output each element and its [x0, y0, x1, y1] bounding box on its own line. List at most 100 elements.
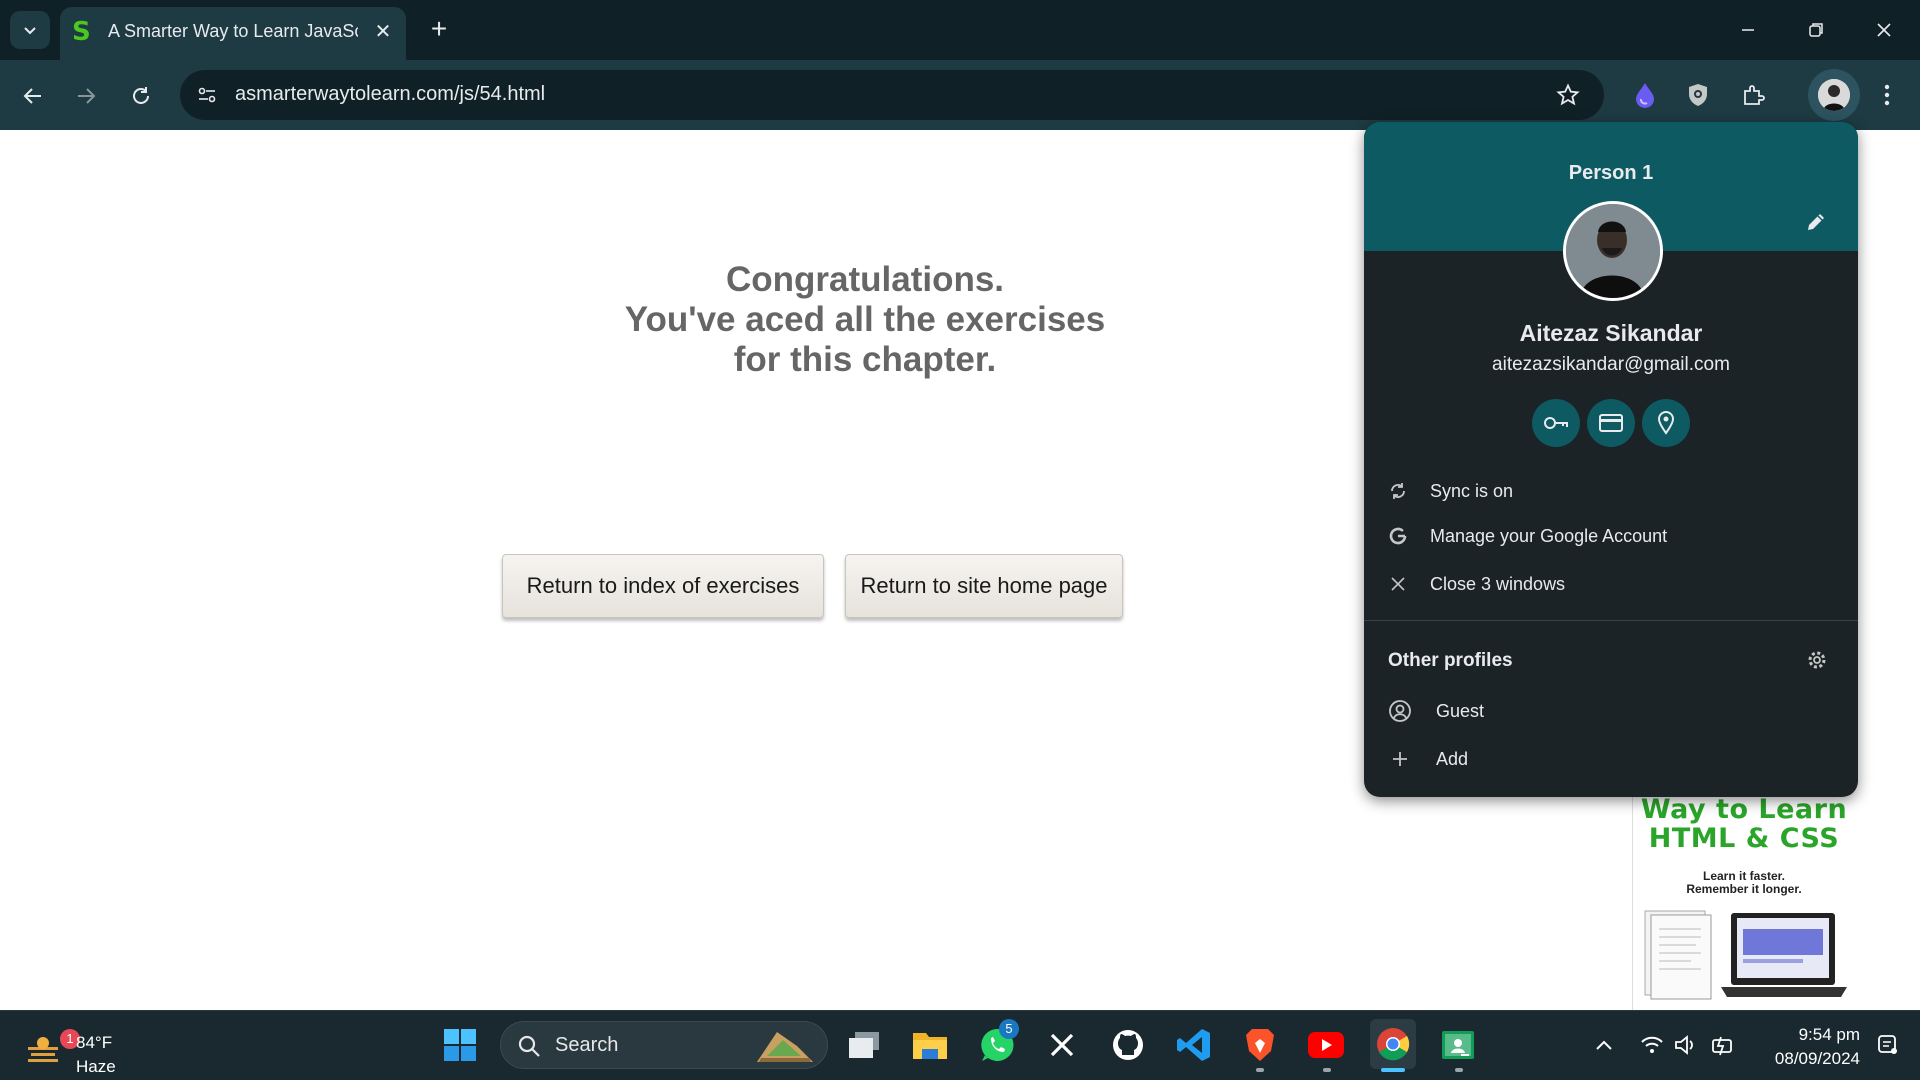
congrats-message: Congratulations. You've aced all the exe… — [560, 260, 1170, 380]
battery-charging-icon — [1712, 1036, 1732, 1056]
chevron-up-icon — [1596, 1040, 1612, 1050]
ad-subtitle: Learn it faster. Remember it longer. — [1686, 869, 1802, 896]
browser-menu-button[interactable] — [1870, 78, 1904, 112]
profile-button[interactable] — [1808, 69, 1860, 121]
start-button[interactable] — [438, 1023, 482, 1067]
brave-icon — [1246, 1029, 1274, 1061]
site-info-icon[interactable] — [196, 84, 218, 106]
file-explorer-button[interactable] — [908, 1023, 952, 1067]
taskbar: 1 84°F Haze Search 5 9:54 pm 08/09/2024 — [0, 1010, 1920, 1080]
weather-temp: 84°F — [76, 1033, 113, 1052]
url-text[interactable]: asmarterwaytolearn.com/js/54.html — [235, 83, 545, 106]
return-index-button[interactable]: Return to index of exercises — [502, 554, 824, 618]
sync-row[interactable]: Sync is on — [1364, 471, 1858, 511]
active-tab[interactable]: S A Smarter Way to Learn JavaScript ✕ — [60, 7, 406, 60]
other-profiles-heading: Other profiles — [1388, 650, 1513, 671]
tab-strip: S A Smarter Way to Learn JavaScript ✕ + — [0, 0, 1920, 60]
running-indicator — [1256, 1068, 1264, 1072]
active-indicator — [1381, 1068, 1405, 1072]
notifications-button[interactable] — [1866, 1023, 1910, 1067]
congrats-line: You've aced all the exercises — [624, 300, 1106, 339]
avatar — [1818, 79, 1850, 111]
divider — [1364, 620, 1858, 621]
folder-icon — [913, 1033, 947, 1059]
vscode-button[interactable] — [1172, 1023, 1216, 1067]
shield-icon — [1689, 84, 1707, 106]
weather-icon — [28, 1037, 58, 1062]
restore-button[interactable] — [1800, 14, 1832, 46]
chrome-button[interactable] — [1370, 1019, 1416, 1069]
close-windows-row[interactable]: Close 3 windows — [1364, 564, 1858, 604]
payment-methods-button[interactable] — [1587, 399, 1635, 447]
book-laptop-image — [1644, 910, 1847, 1000]
passwords-button[interactable] — [1532, 399, 1580, 447]
youtube-icon — [1308, 1032, 1344, 1058]
guest-icon — [1388, 699, 1412, 723]
x-logo-icon — [1050, 1033, 1074, 1057]
tab-title: A Smarter Way to Learn JavaScript — [108, 21, 358, 41]
restore-icon — [1809, 23, 1823, 37]
add-profile-row[interactable]: Add — [1364, 739, 1858, 779]
x-app-button[interactable] — [1040, 1023, 1084, 1067]
running-indicator — [1323, 1068, 1331, 1072]
sync-label: Sync is on — [1430, 481, 1514, 501]
taskbar-search[interactable]: Search — [500, 1021, 828, 1069]
add-label: Add — [1436, 749, 1469, 769]
weather-widget[interactable]: 1 84°F Haze — [14, 1021, 124, 1076]
search-icon — [518, 1035, 540, 1057]
star-icon[interactable] — [1556, 83, 1580, 107]
guest-profile-row[interactable]: Guest — [1364, 691, 1858, 731]
show-hidden-icons-button[interactable] — [1582, 1023, 1626, 1067]
close-icon — [1877, 23, 1891, 37]
address-bar[interactable]: asmarterwaytolearn.com/js/54.html — [180, 70, 1604, 120]
github-button[interactable] — [1106, 1023, 1150, 1067]
reload-button[interactable] — [125, 80, 157, 112]
new-tab-button[interactable]: + — [424, 14, 454, 44]
extensions-button[interactable] — [1736, 78, 1770, 112]
key-icon — [1544, 417, 1568, 429]
gear-icon[interactable] — [1806, 649, 1828, 671]
github-icon — [1113, 1030, 1143, 1060]
notification-icon — [1878, 1035, 1897, 1054]
youtube-button[interactable] — [1304, 1023, 1348, 1067]
task-view-button[interactable] — [842, 1023, 886, 1067]
minimize-button[interactable] — [1732, 14, 1764, 46]
return-home-button[interactable]: Return to site home page — [845, 554, 1123, 618]
close-icon — [1386, 572, 1410, 596]
site-favicon-icon: S — [72, 17, 91, 47]
close-tab-icon[interactable]: ✕ — [372, 21, 394, 43]
clock-date: 08/09/2024 — [1774, 1049, 1860, 1068]
extension-drop-button[interactable] — [1628, 78, 1662, 112]
close-window-button[interactable] — [1868, 14, 1900, 46]
task-view-icon — [849, 1032, 879, 1058]
profile-email: aitezazsikandar@gmail.com — [1492, 354, 1730, 375]
wifi-icon — [1641, 1036, 1663, 1053]
book-ad[interactable]: Way to Learn HTML & CSS Learn it faster.… — [1632, 795, 1854, 1010]
vscode-icon — [1177, 1029, 1210, 1061]
chevron-down-icon — [24, 27, 36, 35]
chrome-icon — [1377, 1028, 1410, 1061]
minimize-icon — [1742, 29, 1754, 31]
more-vert-icon — [1884, 84, 1890, 106]
volume-icon — [1675, 1035, 1693, 1055]
classroom-button[interactable] — [1436, 1023, 1480, 1067]
manage-account-row[interactable]: Manage your Google Account — [1364, 516, 1858, 556]
extension-shield-button[interactable] — [1681, 78, 1715, 112]
profile-name: Aitezaz Sikandar — [1519, 320, 1703, 346]
profile-avatar — [1563, 201, 1663, 301]
back-button[interactable] — [17, 80, 49, 112]
edit-pencil-icon[interactable] — [1804, 210, 1828, 234]
brave-button[interactable] — [1238, 1023, 1282, 1067]
whatsapp-button[interactable]: 5 — [975, 1019, 1019, 1067]
profile-menu: Person 1 Aitezaz Sikandar aitezazsikanda… — [1364, 122, 1858, 797]
weather-condition: Haze — [76, 1057, 116, 1076]
search-label: Search — [555, 1034, 619, 1056]
clock[interactable]: 9:54 pm 08/09/2024 — [1740, 1023, 1860, 1071]
ad-title: Way to Learn HTML & CSS — [1640, 795, 1848, 854]
windows-icon — [444, 1029, 476, 1061]
tab-search-button[interactable] — [10, 11, 50, 49]
plus-icon — [1388, 747, 1412, 771]
forward-button[interactable] — [70, 80, 102, 112]
card-icon — [1599, 414, 1623, 432]
addresses-button[interactable] — [1642, 399, 1690, 447]
